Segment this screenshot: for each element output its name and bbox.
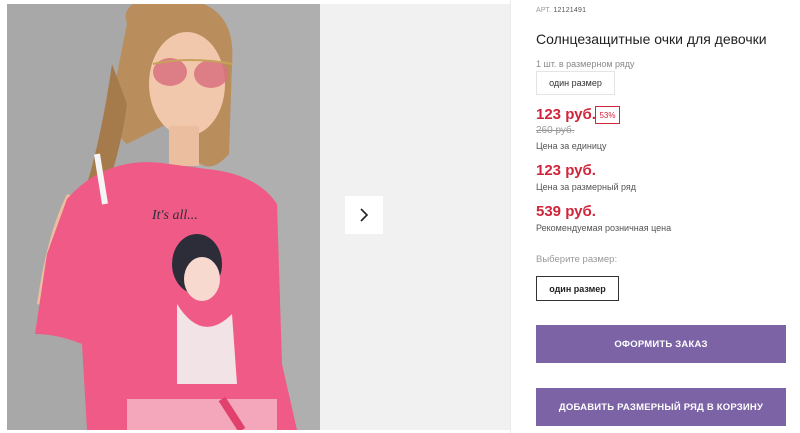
row-price: 123 руб. (536, 162, 596, 179)
product-info-panel: АРТ. 12121491 Солнцезащитные очки для де… (536, 0, 800, 433)
product-gallery: It's all... (0, 0, 510, 433)
article-value: 12121491 (553, 7, 587, 14)
add-to-cart-button[interactable]: ДОБАВИТЬ РАЗМЕРНЫЙ РЯД В КОРЗИНУ (536, 388, 786, 426)
article-number: АРТ. 12121491 (536, 7, 586, 14)
product-photo: It's all... (7, 4, 320, 430)
unit-price-caption: Цена за единицу (536, 141, 607, 151)
old-price: 260 руб. (536, 125, 575, 136)
svg-text:It's all...: It's all... (151, 208, 198, 223)
unit-price: 123 руб. (536, 106, 596, 123)
panel-divider (510, 0, 511, 433)
product-title: Солнцезащитные очки для девочки (536, 31, 767, 47)
chevron-right-icon (360, 208, 369, 222)
recommended-price: 539 руб. (536, 203, 596, 220)
girl-in-sunglasses-image: It's all... (7, 4, 320, 430)
recommended-price-caption: Рекомендуемая розничная цена (536, 223, 672, 233)
article-label: АРТ. (536, 7, 552, 14)
size-option-button[interactable]: один размер (536, 276, 619, 301)
order-button[interactable]: ОФОРМИТЬ ЗАКАЗ (536, 325, 786, 363)
size-row-chip: один размер (536, 71, 615, 95)
size-row-note: 1 шт. в размерном ряду (536, 59, 635, 69)
next-image-button[interactable] (345, 196, 383, 234)
discount-badge: 53% (595, 106, 620, 124)
size-picker-label: Выберите размер: (536, 254, 618, 265)
row-price-caption: Цена за размерный ряд (536, 182, 637, 192)
